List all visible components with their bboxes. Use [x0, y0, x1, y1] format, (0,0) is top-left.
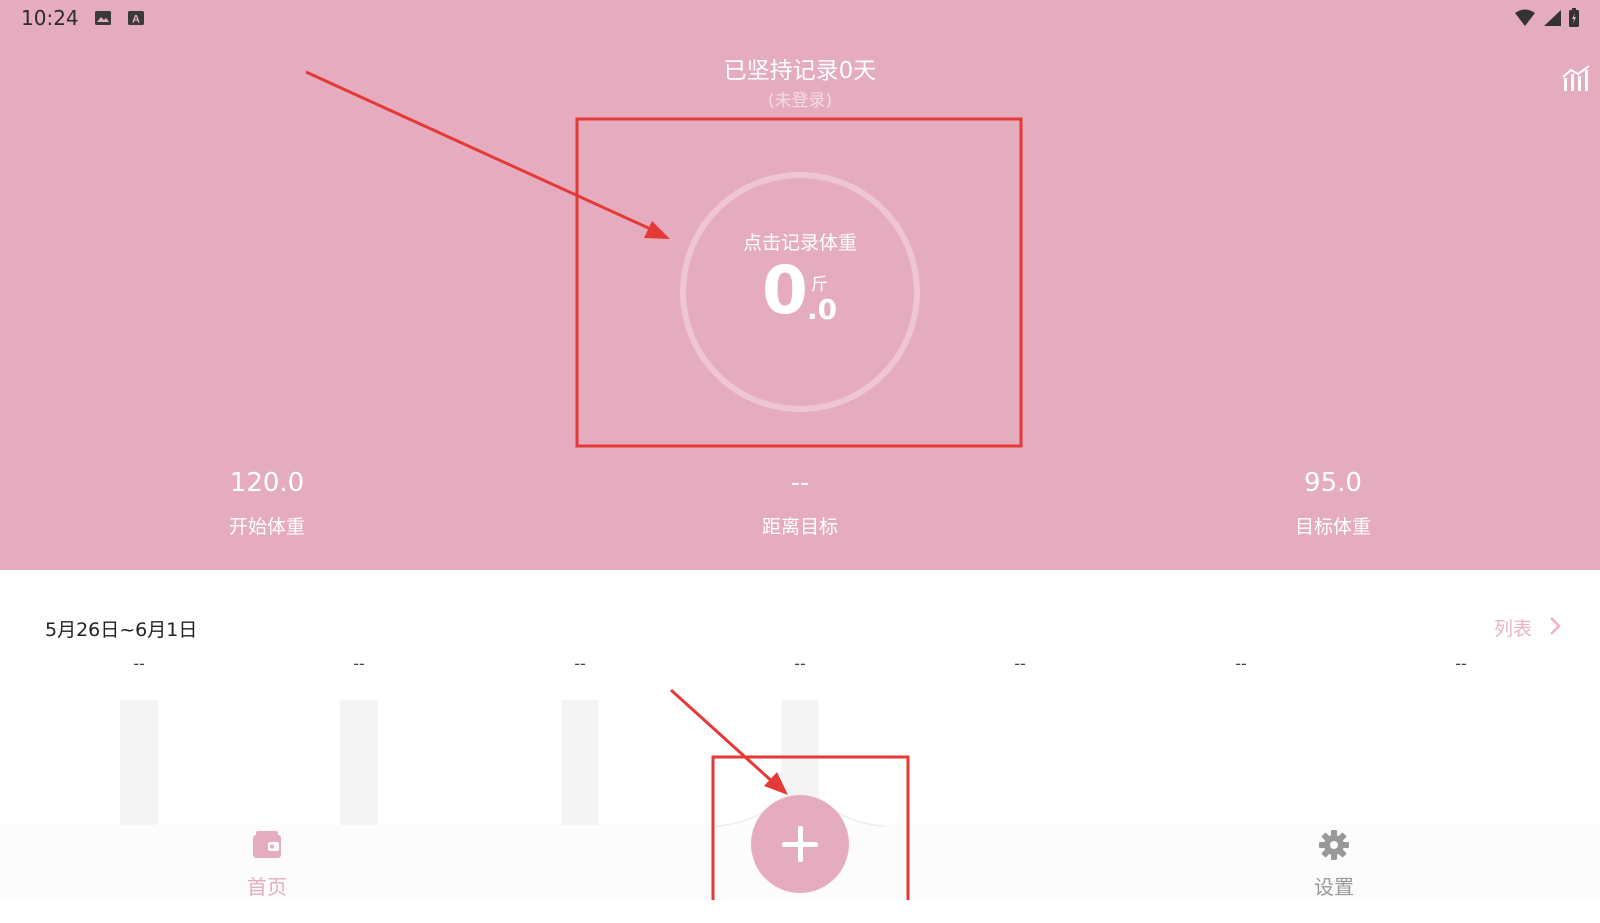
day-value: --: [353, 654, 365, 673]
day-bar: [120, 700, 158, 826]
status-right: [1514, 8, 1580, 28]
svg-text:A: A: [132, 14, 140, 26]
record-weight-prompt: 点击记录体重: [742, 232, 857, 254]
day-value: --: [794, 654, 806, 673]
week-range: 5月26日~6月1日: [45, 619, 198, 641]
weight-unit: 斤: [811, 275, 828, 295]
day-bar: [561, 700, 599, 826]
start-weight-value: 120.0: [229, 468, 305, 498]
signal-icon: [1544, 10, 1561, 26]
record-weight-circle[interactable]: 点击记录体重 0 斤 .0: [680, 172, 920, 412]
distance-label: 距离目标: [761, 516, 838, 538]
target-weight-label: 目标体重: [1294, 516, 1371, 538]
day-bar: [340, 700, 378, 826]
gear-icon: [1319, 830, 1349, 860]
weight-integer: 0: [762, 252, 808, 329]
status-bar: 10:24 A: [0, 0, 1600, 38]
add-record-button[interactable]: [751, 795, 849, 893]
chevron-right-icon[interactable]: [1548, 616, 1562, 636]
login-status[interactable]: (未登录): [0, 86, 1600, 111]
plus-icon-vertical: [798, 826, 803, 862]
distance-value: --: [790, 468, 810, 498]
nav-settings-label: 设置: [1314, 875, 1354, 899]
image-icon: [95, 11, 111, 25]
status-time: 10:24: [21, 6, 79, 30]
day-value: --: [1014, 654, 1026, 673]
wifi-icon: [1515, 9, 1535, 26]
chart-icon[interactable]: [1561, 64, 1591, 94]
day-value: --: [133, 654, 145, 673]
battery-icon: [1569, 8, 1579, 27]
nav-home-label: 首页: [247, 875, 287, 899]
day-value: --: [574, 654, 586, 673]
target-weight-value: 95.0: [1304, 468, 1362, 498]
day-value: --: [1455, 654, 1467, 673]
weight-decimal: .0: [807, 293, 838, 326]
day-value: --: [1235, 654, 1247, 673]
list-link[interactable]: 列表: [1494, 614, 1532, 641]
a-badge-icon: A: [128, 11, 144, 26]
start-weight-label: 开始体重: [228, 516, 305, 538]
wallet-icon: [253, 831, 281, 858]
streak-title: 已坚持记录0天: [723, 58, 877, 84]
